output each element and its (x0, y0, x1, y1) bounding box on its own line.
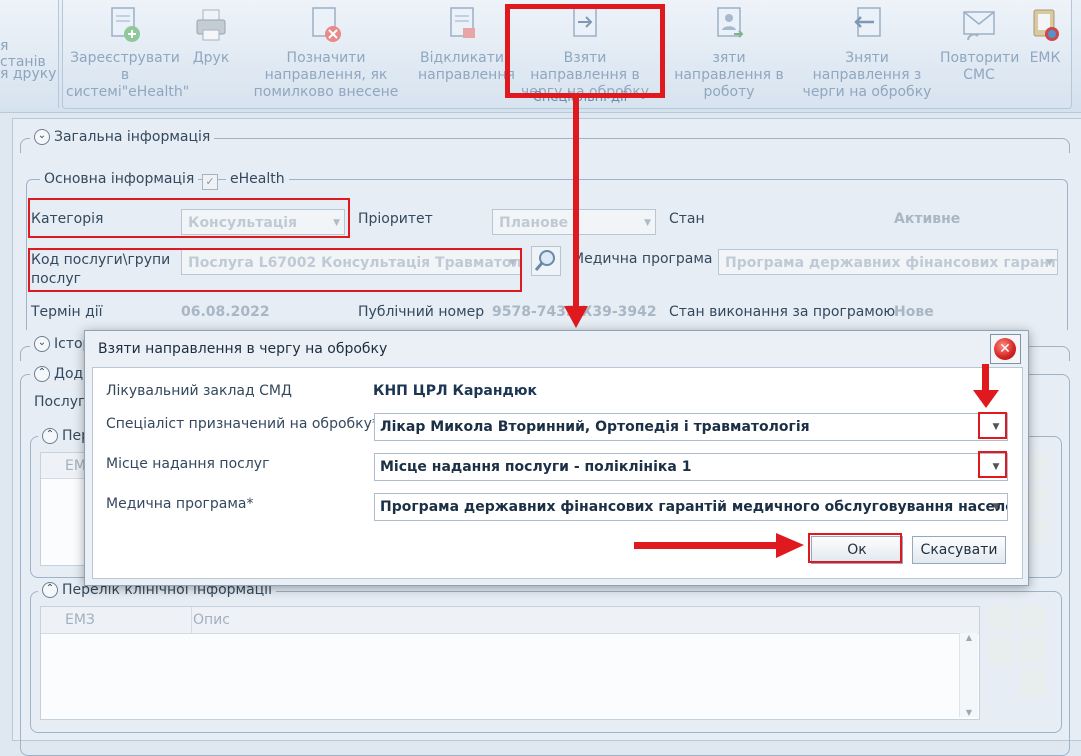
remove-from-queue-button[interactable]: Зняти направлення з черги на обробку (798, 6, 936, 101)
search-service-button[interactable] (531, 246, 561, 276)
annotation-specialist-dropdown (978, 412, 1007, 439)
revoke-label: Відкликати направлення (418, 50, 515, 83)
facility-value: КНП ЦРЛ Карандюк (373, 383, 537, 399)
print-button[interactable]: Друк (188, 6, 234, 67)
register-ehealth-button[interactable]: Зареєструвати в системі"eHealth" (66, 6, 189, 101)
column-divider (191, 607, 192, 633)
place-select[interactable]: Місце надання послуги - поліклініка 1 ▼ (374, 453, 1008, 481)
ribbon-left-label-2[interactable]: я друку (0, 66, 56, 82)
chevron-down-icon[interactable]: ⌄ (34, 336, 50, 352)
med-program-value: Програма державних фінансових гарантій (725, 255, 1058, 271)
annotation-arrow-down (564, 96, 588, 328)
ribbon-group-left: я станів я друку (0, 0, 59, 108)
specialist-select[interactable]: Лікар Микола Вторинний, Ортопедія і трав… (374, 413, 1008, 441)
annotation-place-dropdown (978, 451, 1007, 478)
term-value: 06.08.2022 (181, 304, 270, 320)
print-label: Друк (192, 50, 230, 66)
chevron-down-icon[interactable]: ▼ (985, 494, 1007, 520)
dialog-title: Взяти направлення в чергу на обробку (98, 341, 388, 357)
med-program-label: Медична програма (572, 251, 713, 267)
dialog-close-button[interactable]: ✕ (990, 334, 1021, 364)
program-state-value: Нове (894, 304, 934, 320)
chevron-up-icon[interactable]: ⌃ (34, 366, 50, 382)
annotation-arrow-down-small (973, 364, 999, 408)
chevron-up-icon[interactable]: ⌃ (42, 582, 58, 598)
scroll-up-icon[interactable]: ▲ (960, 633, 978, 642)
take-to-work-label: зяти направлення в роботу (674, 50, 784, 100)
program-label: Медична програма* (106, 496, 254, 512)
annotation-service-code-highlight (28, 248, 522, 292)
specialist-value: Лікар Микола Вторинний, Ортопедія і трав… (380, 419, 810, 435)
annotation-arrow-right (634, 533, 804, 558)
clinical-add-icon[interactable] (988, 606, 1014, 632)
place-label: Місце надання послуг (106, 456, 270, 472)
annotation-category-highlight (28, 198, 350, 238)
general-info-title: Загальна інформація (54, 129, 211, 145)
annotation-ribbon-highlight (505, 4, 665, 98)
revoke-doc-icon (445, 6, 479, 44)
general-info-legend[interactable]: ⌄ Загальна інформація (30, 129, 215, 145)
program-value: Програма державних фінансових гарантій м… (380, 499, 1008, 515)
chevron-down-icon: ▼ (1046, 258, 1053, 268)
clinical-col-emz: ЕМЗ (65, 612, 95, 628)
clinical-delete-icon[interactable] (988, 638, 1014, 664)
state-label: Стан (669, 211, 705, 227)
person-doc-icon (712, 6, 746, 44)
revoke-button[interactable]: Відкликати направлення (418, 6, 515, 84)
chevron-up-icon[interactable]: ⌃ (42, 428, 58, 444)
scroll-down-icon[interactable]: ▼ (960, 708, 978, 717)
chevron-down-icon: ▼ (644, 218, 651, 228)
magnifier-icon (534, 250, 555, 271)
term-label: Термін дії (31, 304, 103, 320)
close-icon: ✕ (994, 338, 1016, 360)
mark-error-doc-icon (309, 6, 343, 44)
register-ehealth-label: Зареєструвати в системі"eHealth" (66, 50, 190, 100)
repeat-sms-button[interactable]: Повторити СМС (940, 6, 1020, 84)
services-label: Послуг (34, 394, 86, 410)
basic-info-legend: Основна інформація (40, 171, 199, 187)
mark-erroneous-label: Позначити направлення, як помилково внес… (253, 50, 399, 100)
priority-value: Планове (499, 215, 569, 231)
clinical-tools-icon[interactable] (1020, 606, 1046, 632)
emk-icon (1028, 6, 1062, 44)
clinical-grid-header: ЕМЗ Опис (41, 607, 979, 634)
emk-label: ЕМК (1029, 50, 1061, 66)
ehealth-checkbox[interactable]: ✓ (202, 174, 218, 190)
printer-icon (194, 6, 228, 44)
public-number-label: Публічний номер (358, 304, 485, 320)
annotation-ok-button (808, 533, 902, 563)
state-value: Активне (894, 211, 961, 227)
clinical-scrollbar[interactable]: ▲ ▼ (959, 633, 978, 717)
take-to-work-button[interactable]: зяти направлення в роботу (664, 6, 794, 101)
repeat-sms-label: Повторити СМС (940, 50, 1020, 83)
clinical-grid[interactable]: ЕМЗ Опис ▲ ▼ (40, 606, 980, 720)
clinical-link-icon[interactable] (1020, 638, 1046, 664)
clinical-flag-icon[interactable] (1020, 670, 1046, 696)
priority-label: Пріоритет (358, 211, 433, 227)
register-doc-icon (108, 6, 142, 44)
emk-button[interactable]: ЕМК (1022, 6, 1068, 67)
med-program-select[interactable]: Програма державних фінансових гарантій ▼ (718, 249, 1058, 275)
remove-from-queue-label: Зняти направлення з черги на обробку (802, 50, 932, 100)
place-value: Місце надання послуги - поліклініка 1 (380, 459, 692, 475)
program-select[interactable]: Програма державних фінансових гарантій м… (374, 493, 1008, 521)
arrow-left-doc-icon (850, 6, 884, 44)
chevron-down-icon[interactable]: ⌄ (34, 129, 50, 145)
facility-label: Лікувальний заклад СМД (106, 383, 292, 399)
cancel-button[interactable]: Скасувати (912, 536, 1006, 564)
ehealth-label: eHealth (226, 171, 289, 187)
envelope-icon (962, 6, 996, 44)
clinical-col-description: Опис (193, 612, 230, 628)
mark-erroneous-button[interactable]: Позначити направлення, як помилково внес… (238, 6, 414, 101)
program-state-label: Стан виконання за програмою (669, 304, 896, 320)
specialist-label: Спеціаліст призначений на обробку* (106, 416, 379, 432)
